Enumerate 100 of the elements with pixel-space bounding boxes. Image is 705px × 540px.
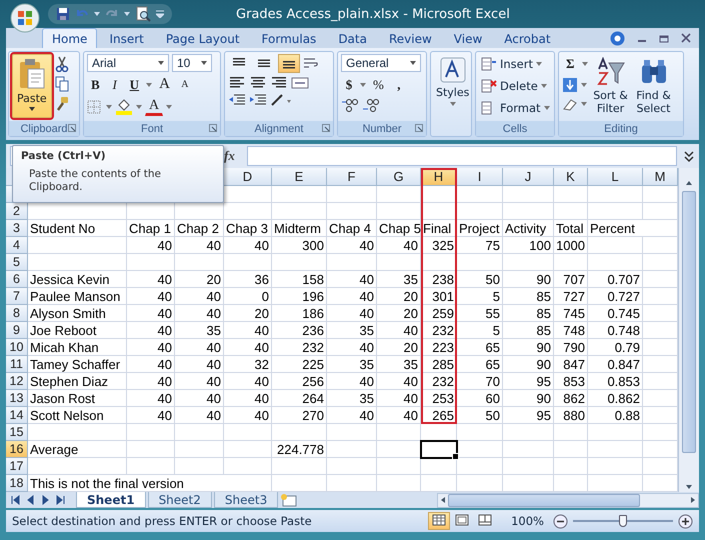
fill-color-icon[interactable] [115, 98, 133, 114]
column-header[interactable]: F [327, 168, 377, 186]
zoom-level[interactable]: 100% [511, 514, 544, 528]
formula-input[interactable] [246, 146, 677, 166]
row-header[interactable]: 10 [6, 339, 28, 356]
row-header[interactable]: 17 [6, 458, 28, 475]
expand-icon[interactable] [683, 149, 695, 163]
autosum-button[interactable]: Σ [562, 54, 578, 73]
row-header[interactable]: 11 [6, 356, 28, 373]
font-size-field[interactable]: 10 [172, 54, 212, 72]
format-painter-icon[interactable] [54, 96, 69, 112]
italic-button[interactable]: I [106, 75, 123, 94]
increase-decimal-icon[interactable] [341, 97, 359, 113]
cells-menu-button[interactable]: Format [479, 98, 552, 117]
column-header[interactable]: M [643, 168, 678, 186]
ribbon-tab[interactable]: Review [378, 28, 442, 48]
save-icon[interactable] [56, 7, 70, 21]
bold-button[interactable]: B [87, 75, 104, 94]
view-button[interactable] [428, 512, 450, 530]
number-format-field[interactable]: General [341, 54, 421, 72]
insert-sheet-icon[interactable] [280, 493, 298, 507]
row-header[interactable]: 12 [6, 373, 28, 390]
vertical-align-button[interactable] [278, 54, 300, 73]
column-header[interactable]: L [588, 168, 643, 186]
row-header[interactable]: 4 [6, 237, 28, 254]
ribbon-tab[interactable]: Insert [99, 28, 154, 48]
column-header[interactable]: G [377, 168, 421, 186]
percent-button[interactable]: % [369, 75, 388, 94]
copy-icon[interactable] [54, 76, 69, 92]
row-header[interactable]: 14 [6, 407, 28, 424]
dialog-launcher-icon[interactable] [322, 124, 330, 132]
customize-caret-icon[interactable] [156, 10, 164, 18]
row-header[interactable]: 8 [6, 305, 28, 322]
font-color-button[interactable]: A [145, 97, 164, 116]
row-header[interactable]: 13 [6, 390, 28, 407]
paste-button[interactable]: Paste [12, 54, 52, 118]
currency-button[interactable]: $ [341, 75, 357, 94]
caret-icon[interactable] [124, 12, 130, 16]
ribbon-tab[interactable]: Home [42, 28, 98, 48]
row-header[interactable]: 9 [6, 322, 28, 339]
row-header[interactable]: 15 [6, 424, 28, 441]
column-header[interactable]: J [503, 168, 554, 186]
slider-thumb[interactable] [619, 515, 627, 527]
row-header[interactable]: 7 [6, 288, 28, 305]
grow-font-button[interactable]: A [155, 75, 174, 94]
ribbon-tab[interactable]: View [444, 28, 492, 48]
row-header[interactable]: 5 [6, 254, 28, 271]
column-header[interactable]: I [457, 168, 503, 186]
zoom-in-icon[interactable] [678, 514, 693, 528]
caret-icon[interactable] [582, 62, 588, 66]
ribbon-tab[interactable]: Data [328, 28, 377, 48]
decrease-indent-icon[interactable] [228, 93, 246, 107]
restore-icon[interactable] [659, 33, 669, 43]
caret-icon[interactable] [581, 102, 587, 106]
dialog-launcher-icon[interactable] [209, 124, 217, 132]
fill-down-icon[interactable] [562, 77, 578, 93]
sheet-tab[interactable]: Sheet2 [148, 492, 212, 508]
ribbon-tab[interactable]: Page Layout [156, 28, 250, 48]
shrink-font-button[interactable]: A [176, 75, 193, 94]
scroll-thumb[interactable] [448, 494, 640, 506]
font-name-field[interactable]: Arial [87, 54, 169, 72]
cut-icon[interactable] [54, 56, 69, 72]
row-header[interactable]: 16 [6, 441, 28, 458]
orientation-icon[interactable] [270, 93, 292, 107]
increase-indent-icon[interactable] [249, 93, 267, 107]
text-align-icon[interactable] [249, 76, 267, 90]
vertical-scrollbar[interactable] [678, 168, 699, 492]
caret-icon[interactable] [360, 82, 366, 86]
underline-button[interactable]: U [126, 75, 144, 94]
zoom-out-icon[interactable] [553, 514, 568, 528]
borders-icon[interactable] [87, 100, 103, 114]
row-header[interactable]: 18 [6, 475, 28, 492]
close-icon[interactable] [681, 33, 691, 43]
ribbon-tab[interactable]: Formulas [252, 28, 326, 48]
sort-filter-button[interactable]: Sort & Filter [590, 54, 630, 118]
text-align-icon[interactable] [228, 76, 246, 90]
column-header[interactable]: D [224, 168, 272, 186]
dialog-launcher-icon[interactable] [415, 124, 423, 132]
caret-icon[interactable] [166, 104, 172, 108]
comma-button[interactable]: , [390, 75, 407, 94]
sheet-tab[interactable]: Sheet1 [76, 492, 146, 508]
text-align-icon[interactable] [270, 76, 288, 90]
row-header[interactable]: 6 [6, 271, 28, 288]
horizontal-scrollbar[interactable] [437, 492, 699, 508]
caret-icon[interactable] [136, 104, 142, 108]
scroll-thumb[interactable] [682, 191, 696, 453]
caret-icon[interactable] [581, 83, 587, 87]
styles-button[interactable]: Styles [434, 54, 472, 109]
column-header[interactable]: E [272, 168, 327, 186]
sheet-tab[interactable]: Sheet3 [214, 492, 278, 508]
decrease-decimal-icon[interactable] [362, 97, 380, 113]
help-icon[interactable] [610, 30, 625, 46]
wrap-text-icon[interactable] [303, 56, 319, 70]
cells-menu-button[interactable]: Delete [479, 76, 549, 95]
dialog-launcher-icon[interactable] [68, 124, 76, 132]
cells-menu-button[interactable]: Insert [479, 54, 544, 73]
find-select-button[interactable]: Find & Select [634, 54, 674, 118]
column-header[interactable]: K [554, 168, 588, 186]
caret-icon[interactable] [94, 12, 100, 16]
row-header[interactable]: 3 [6, 220, 28, 237]
